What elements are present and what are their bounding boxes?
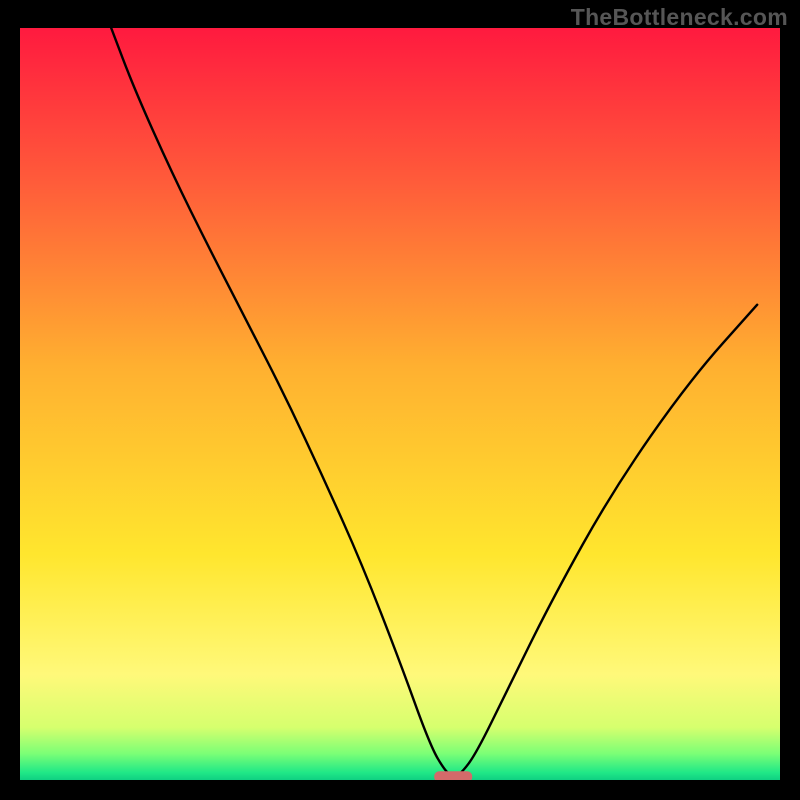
- bottleneck-chart: [20, 28, 780, 780]
- min-marker: [434, 771, 472, 780]
- chart-background: [20, 28, 780, 780]
- chart-frame: { "watermark": "TheBottleneck.com", "cha…: [0, 0, 800, 800]
- watermark-text: TheBottleneck.com: [571, 4, 788, 31]
